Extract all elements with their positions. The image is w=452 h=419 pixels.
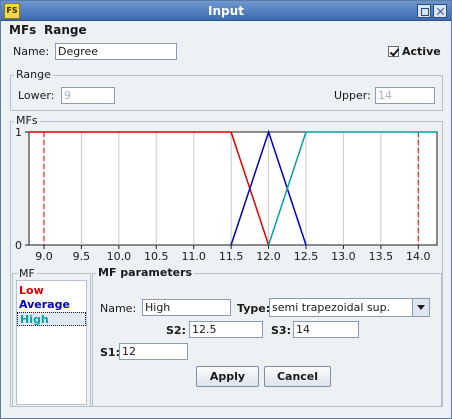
x-tick-label: 11.5 [219, 250, 244, 263]
y-tick-label: 0 [15, 239, 22, 252]
y-tick-label: 1 [15, 126, 22, 139]
mf-item-low[interactable]: Low [17, 284, 86, 298]
s1-field[interactable]: 12 [119, 343, 188, 360]
mf-type-value: semi trapezoidal sup. [272, 301, 391, 314]
window-title: Input [208, 4, 244, 18]
s3-label: S3: [271, 324, 291, 337]
chevron-down-icon[interactable] [412, 299, 429, 316]
input-window: FS Input MFs Range Name: Degree Active R… [0, 0, 452, 419]
lower-label: Lower: [18, 89, 55, 102]
name-field[interactable]: Degree [55, 43, 177, 60]
title-bar[interactable]: FS Input [1, 1, 451, 21]
cancel-button[interactable]: Cancel [264, 366, 331, 387]
mf-list[interactable]: Low Average High [16, 280, 87, 405]
mf-type-select[interactable]: semi trapezoidal sup. [269, 298, 430, 317]
x-tick-label: 13.5 [369, 250, 394, 263]
menu-range[interactable]: Range [42, 22, 89, 38]
range-group-title: Range [14, 68, 53, 81]
name-label: Name: [13, 45, 50, 58]
mf-list-title: MF [17, 267, 37, 280]
mf-name-label: Name: [100, 302, 137, 315]
mf-item-high[interactable]: High [17, 312, 86, 326]
active-checkbox[interactable] [388, 46, 399, 57]
upper-field[interactable]: 14 [375, 87, 435, 104]
maximize-icon[interactable] [417, 4, 431, 18]
upper-label: Upper: [334, 89, 371, 102]
s3-field[interactable]: 14 [293, 321, 359, 338]
s1-label: S1: [100, 346, 120, 359]
mf-item-average[interactable]: Average [17, 298, 86, 312]
s2-field[interactable]: 12.5 [189, 321, 263, 338]
x-tick-label: 11.0 [181, 250, 206, 263]
x-tick-label: 12.5 [294, 250, 319, 263]
mf-type-label: Type: [237, 302, 271, 315]
x-tick-label: 9.5 [73, 250, 91, 263]
x-tick-label: 13.0 [331, 250, 356, 263]
x-tick-label: 10.5 [144, 250, 169, 263]
close-icon[interactable] [433, 4, 447, 18]
mf-parameters-title: MF parameters [96, 266, 195, 279]
x-tick-label: 12.0 [256, 250, 281, 263]
lower-field[interactable]: 9 [61, 87, 115, 104]
x-tick-label: 10.0 [107, 250, 132, 263]
active-label: Active [402, 45, 441, 58]
x-tick-label: 14.0 [406, 250, 431, 263]
x-tick-label: 9.0 [35, 250, 53, 263]
apply-button[interactable]: Apply [196, 366, 259, 387]
menu-mfs[interactable]: MFs [7, 22, 38, 38]
plot-area [28, 131, 438, 246]
s2-label: S2: [166, 324, 186, 337]
menu-bar: MFs Range [1, 21, 451, 39]
mf-name-field[interactable]: High [142, 299, 231, 316]
membership-function-chart[interactable]: 9.0 9.5 10.0 10.5 11.0 11.5 12.0 12.5 13.0 13.5 14… [11, 126, 443, 263]
